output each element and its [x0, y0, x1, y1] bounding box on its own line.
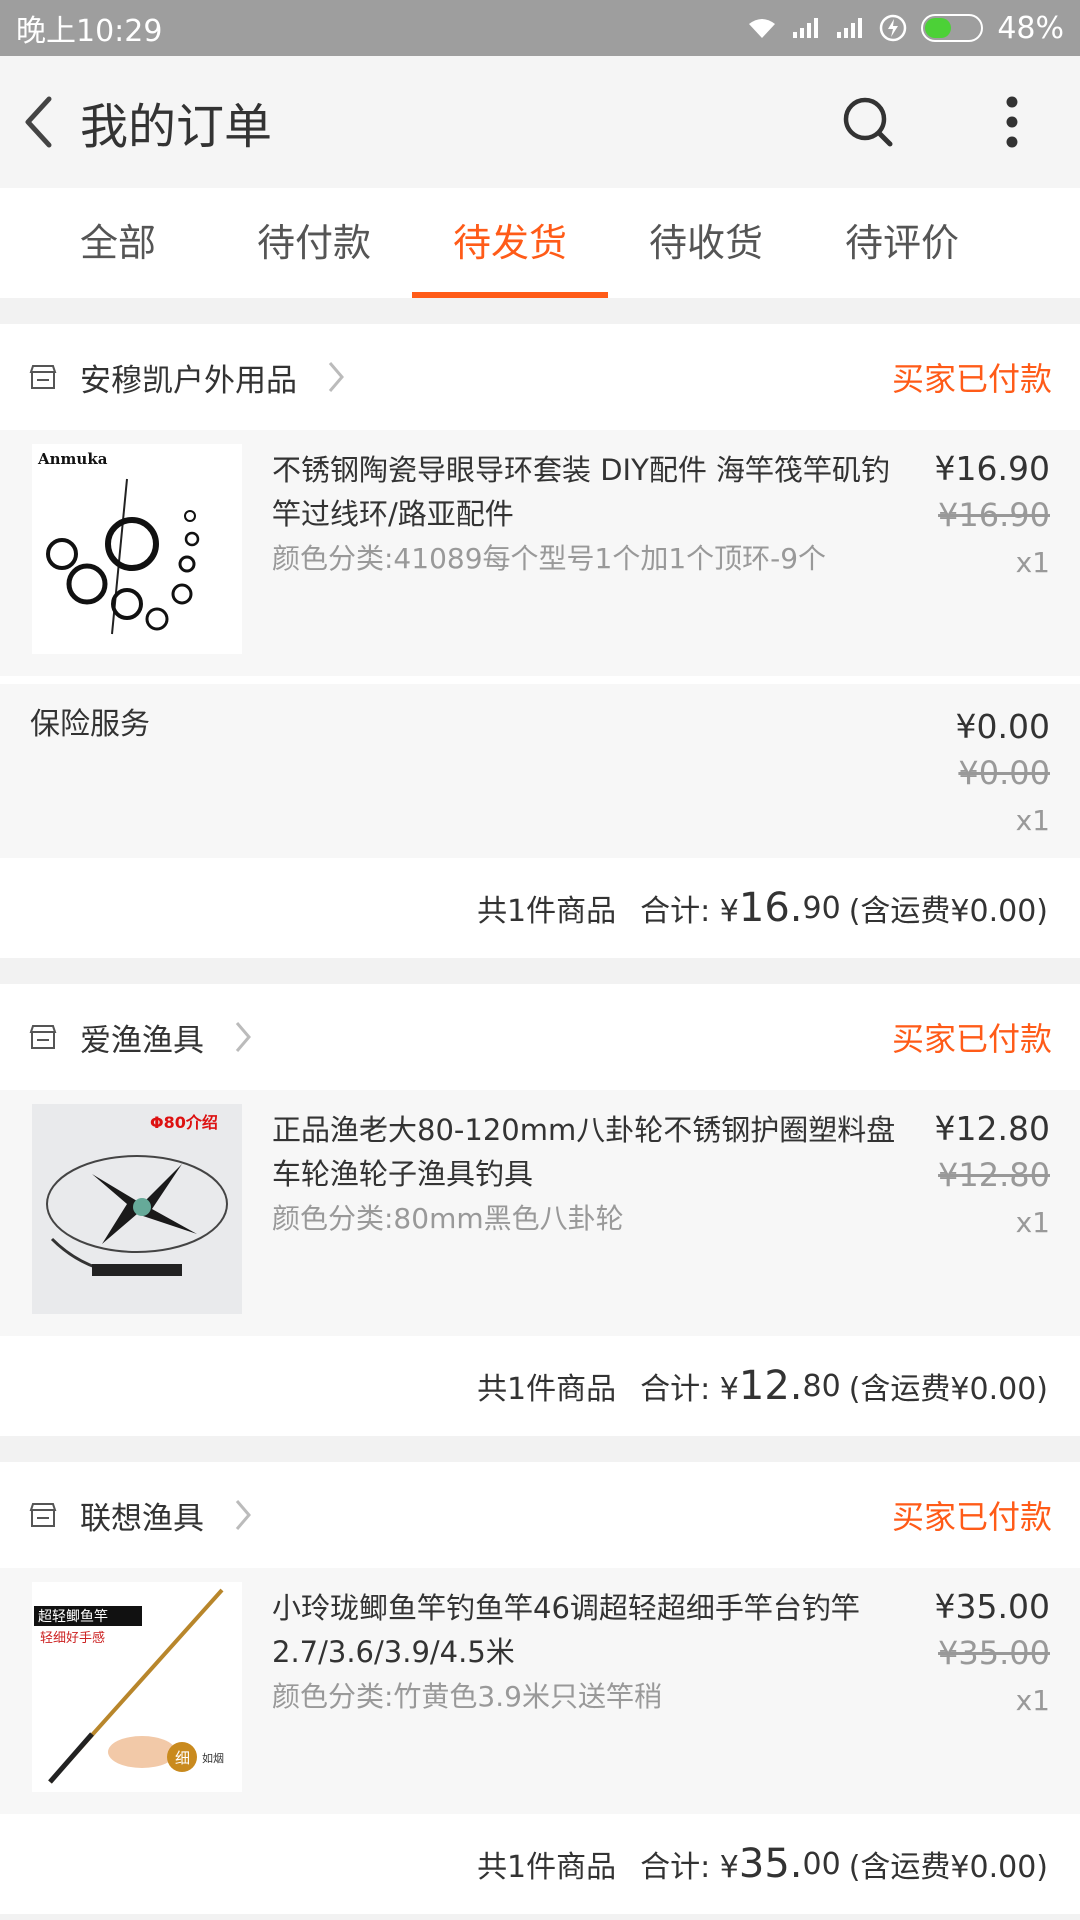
- search-icon[interactable]: [822, 76, 914, 168]
- shop-name: 安穆凯户外用品: [80, 362, 297, 399]
- item-spec: 颜色分类:80mm黑色八卦轮: [272, 1202, 624, 1235]
- total-integer: 12.: [738, 1363, 803, 1409]
- tab-pending-payment[interactable]: 待付款: [216, 188, 412, 298]
- item-count: 共1件商品: [477, 1850, 617, 1885]
- order-card: 联想渔具 买家已付款 超轻鲫鱼竿 轻细好手感 细 如烟 小玲珑鲫鱼竿钓鱼竿46调…: [0, 1462, 1080, 1914]
- item-info: 不锈钢陶瓷导眼导环套装 DIY配件 海竿筏竿矶钓竿过线环/路亚配件 颜色分类:4…: [242, 444, 900, 656]
- total-label: 合计: ¥: [640, 894, 739, 929]
- order-tabs: 全部 待付款 待发货 待收货 待评价: [0, 188, 1080, 298]
- order-summary: 共1件商品 合计: ¥ 35. 00 (含运费¥0.00): [0, 1814, 1080, 1914]
- shipping-fee: (含运费¥0.00): [848, 1372, 1048, 1407]
- signal-icon: [791, 16, 821, 40]
- order-status: 买家已付款: [891, 1498, 1052, 1536]
- insurance-price: ¥0.00: [955, 707, 1050, 746]
- tab-pending-shipment[interactable]: 待发货: [412, 188, 608, 298]
- shipping-fee: (含运费¥0.00): [848, 1850, 1048, 1885]
- battery-percent: 48%: [997, 10, 1064, 46]
- insurance-original-price: ¥0.00: [958, 754, 1050, 792]
- total-label: 合计: ¥: [640, 1372, 739, 1407]
- status-bar: 晚上10:29 48%: [0, 0, 1080, 56]
- insurance-price-block: ¥0.00 ¥0.00 x1: [900, 702, 1050, 844]
- item-price: ¥16.90: [934, 449, 1050, 488]
- signal-icon: [835, 16, 865, 40]
- battery-icon: [921, 14, 984, 42]
- order-item[interactable]: Φ80介绍 正品渔老大80-120mm八卦轮不锈钢护圈塑料盘车轮渔轮子渔具钓具 …: [0, 1090, 1080, 1336]
- insurance-label: 保险服务: [30, 707, 150, 742]
- item-count: 共1件商品: [477, 1372, 617, 1407]
- charging-icon: [879, 14, 907, 42]
- chevron-right-icon: [327, 360, 345, 394]
- total-integer: 16.: [738, 885, 803, 931]
- order-card: 爱渔渔具 买家已付款 Φ80介绍 正品渔老大80-120mm八卦轮不锈钢护圈塑料…: [0, 984, 1080, 1436]
- tab-pending-review[interactable]: 待评价: [804, 188, 1000, 298]
- item-info: 正品渔老大80-120mm八卦轮不锈钢护圈塑料盘车轮渔轮子渔具钓具 颜色分类:8…: [242, 1104, 900, 1316]
- total-label: 合计: ¥: [640, 1850, 739, 1885]
- shop-icon: [28, 1022, 58, 1052]
- total-decimal: 90: [802, 890, 841, 926]
- order-item[interactable]: 超轻鲫鱼竿 轻细好手感 细 如烟 小玲珑鲫鱼竿钓鱼竿46调超轻超细手竿台钓竿2.…: [0, 1568, 1080, 1814]
- item-original-price: ¥12.80: [938, 1156, 1050, 1194]
- order-status: 买家已付款: [891, 1020, 1052, 1058]
- svg-text:轻细好手感: 轻细好手感: [40, 1630, 105, 1646]
- item-quantity: x1: [1015, 546, 1050, 579]
- total-integer: 35.: [738, 1841, 803, 1887]
- item-price-block: ¥16.90 ¥16.90 x1: [900, 444, 1050, 656]
- wifi-icon: [747, 16, 777, 40]
- item-title: 正品渔老大80-120mm八卦轮不锈钢护圈塑料盘车轮渔轮子渔具钓具: [272, 1113, 896, 1191]
- item-title: 小玲珑鲫鱼竿钓鱼竿46调超轻超细手竿台钓竿2.7/3.6/3.9/4.5米: [272, 1591, 860, 1669]
- shop-row[interactable]: 联想渔具 买家已付款: [0, 1462, 1080, 1568]
- shop-row[interactable]: 爱渔渔具 买家已付款: [0, 984, 1080, 1090]
- shop-name: 爱渔渔具: [80, 1022, 204, 1059]
- product-image: Anmuka: [32, 444, 242, 654]
- page-title: 我的订单: [80, 99, 273, 155]
- item-quantity: x1: [1015, 1206, 1050, 1239]
- item-original-price: ¥16.90: [938, 496, 1050, 534]
- more-icon[interactable]: [966, 76, 1058, 168]
- item-price: ¥35.00: [934, 1587, 1050, 1626]
- svg-text:Φ80介绍: Φ80介绍: [150, 1113, 218, 1132]
- order-summary: 共1件商品 合计: ¥ 12. 80 (含运费¥0.00): [0, 1336, 1080, 1436]
- chevron-right-icon: [234, 1020, 252, 1054]
- item-count: 共1件商品: [477, 894, 617, 929]
- shop-icon: [28, 1500, 58, 1530]
- item-price: ¥12.80: [934, 1109, 1050, 1148]
- svg-text:超轻鲫鱼竿: 超轻鲫鱼竿: [38, 1608, 108, 1625]
- status-icons: 48%: [747, 11, 1064, 46]
- order-card: 安穆凯户外用品 买家已付款 Anmuka 不锈钢陶瓷导眼导环套装 DIY配件 海…: [0, 324, 1080, 958]
- insurance-quantity: x1: [1015, 804, 1050, 837]
- svg-text:细: 细: [175, 1749, 190, 1767]
- item-original-price: ¥35.00: [938, 1634, 1050, 1672]
- product-image: 超轻鲫鱼竿 轻细好手感 细 如烟: [32, 1582, 242, 1792]
- item-spec: 颜色分类:竹黄色3.9米只送竿稍: [272, 1680, 662, 1713]
- shop-row[interactable]: 安穆凯户外用品 买家已付款: [0, 324, 1080, 430]
- tab-all[interactable]: 全部: [20, 188, 216, 298]
- item-quantity: x1: [1015, 1684, 1050, 1717]
- app-bar: 我的订单: [0, 56, 1080, 188]
- shop-icon: [28, 362, 58, 392]
- item-spec: 颜色分类:41089每个型号1个加1个顶环-9个: [272, 542, 827, 575]
- insurance-row: 保险服务 ¥0.00 ¥0.00 x1: [0, 684, 1080, 858]
- item-info: 小玲珑鲫鱼竿钓鱼竿46调超轻超细手竿台钓竿2.7/3.6/3.9/4.5米 颜色…: [242, 1582, 900, 1794]
- order-status: 买家已付款: [891, 360, 1052, 398]
- tab-pending-receipt[interactable]: 待收货: [608, 188, 804, 298]
- back-icon[interactable]: [10, 56, 66, 188]
- shop-name: 联想渔具: [80, 1500, 204, 1537]
- order-summary: 共1件商品 合计: ¥ 16. 90 (含运费¥0.00): [0, 858, 1080, 958]
- svg-text:Anmuka: Anmuka: [37, 450, 108, 468]
- order-list: 安穆凯户外用品 买家已付款 Anmuka 不锈钢陶瓷导眼导环套装 DIY配件 海…: [0, 324, 1080, 1920]
- product-image: Φ80介绍: [32, 1104, 242, 1314]
- total-decimal: 00: [802, 1846, 841, 1882]
- item-title: 不锈钢陶瓷导眼导环套装 DIY配件 海竿筏竿矶钓竿过线环/路亚配件: [272, 453, 891, 531]
- svg-text:如烟: 如烟: [202, 1751, 224, 1765]
- item-price-block: ¥35.00 ¥35.00 x1: [900, 1582, 1050, 1794]
- total-decimal: 80: [802, 1368, 841, 1404]
- chevron-right-icon: [234, 1498, 252, 1532]
- item-price-block: ¥12.80 ¥12.80 x1: [900, 1104, 1050, 1316]
- status-time: 晚上10:29: [16, 14, 163, 49]
- order-item[interactable]: Anmuka 不锈钢陶瓷导眼导环套装 DIY配件 海竿筏竿矶钓竿过线环/路亚配件…: [0, 430, 1080, 676]
- shipping-fee: (含运费¥0.00): [848, 894, 1048, 929]
